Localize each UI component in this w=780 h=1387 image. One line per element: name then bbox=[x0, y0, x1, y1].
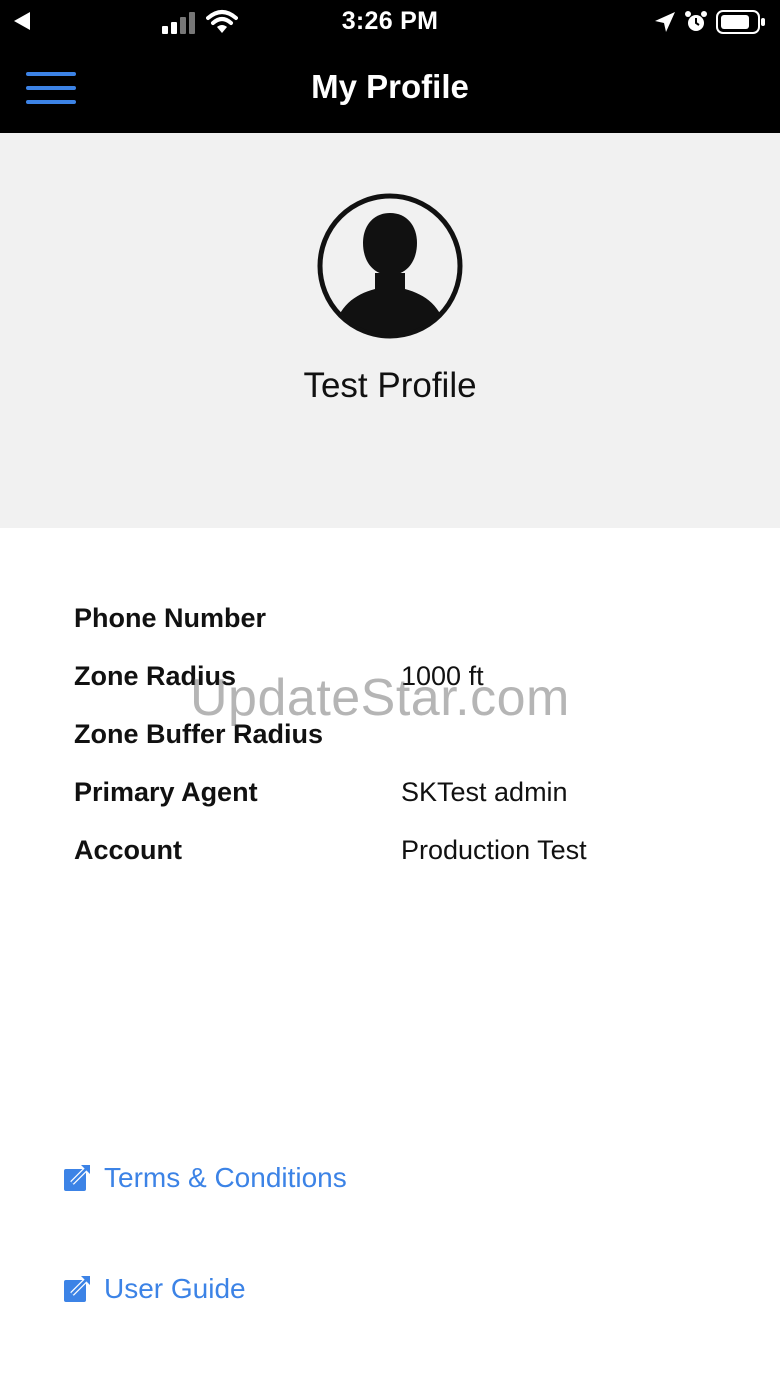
location-arrow-icon bbox=[655, 12, 675, 32]
info-label: Primary Agent bbox=[74, 777, 258, 807]
info-row-phone-number: Phone Number bbox=[74, 603, 754, 643]
info-row-account: Account Production Test bbox=[74, 835, 754, 875]
page-title: My Profile bbox=[311, 68, 469, 105]
profile-header: Test Profile bbox=[0, 133, 780, 528]
external-link-icon bbox=[64, 1275, 91, 1302]
external-link-icon bbox=[64, 1164, 91, 1191]
alarm-icon bbox=[685, 11, 707, 31]
link-label[interactable]: Terms & Conditions bbox=[104, 1162, 347, 1194]
profile-name: Test Profile bbox=[303, 366, 477, 405]
info-row-primary-agent: Primary Agent SKTest admin bbox=[74, 777, 754, 817]
nav-bar: My Profile bbox=[0, 48, 780, 133]
info-value: SKTest admin bbox=[401, 777, 568, 807]
link-label[interactable]: User Guide bbox=[104, 1273, 246, 1305]
user-avatar-icon bbox=[317, 193, 463, 339]
battery-icon bbox=[716, 10, 765, 34]
info-value: Production Test bbox=[401, 835, 587, 865]
info-label: Account bbox=[74, 835, 182, 865]
watermark: UpdateStar.com bbox=[190, 669, 570, 727]
status-bar: 3:26 PM bbox=[0, 0, 780, 48]
terms-conditions-link[interactable]: Terms & Conditions bbox=[62, 1162, 347, 1194]
info-label: Phone Number bbox=[74, 603, 267, 633]
user-guide-link[interactable]: User Guide bbox=[62, 1273, 246, 1305]
